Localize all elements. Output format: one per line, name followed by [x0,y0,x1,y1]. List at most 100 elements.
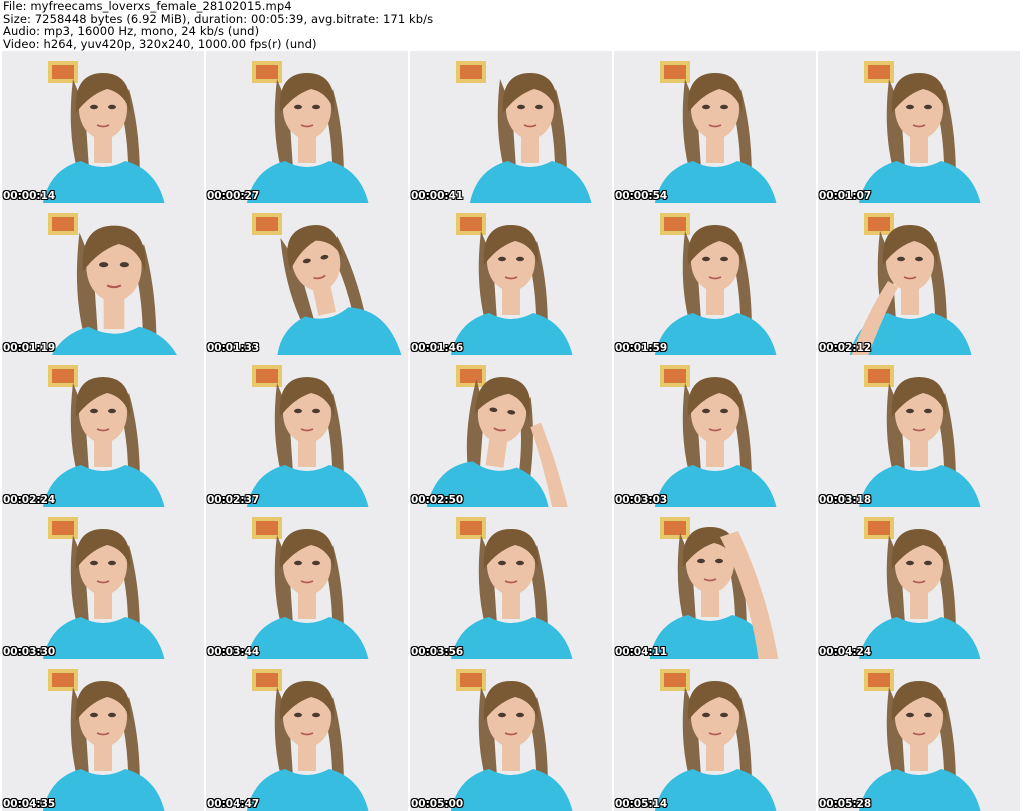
video-thumbnail: 00:00:54 [614,51,816,203]
wall-picture [48,517,78,539]
video-thumbnail: 00:03:44 [206,507,408,659]
thumbnail-frame-image [818,507,1020,659]
thumbnail-frame-image [2,355,204,507]
thumbnail-timestamp: 00:01:07 [819,190,872,202]
wall-picture [456,517,486,539]
thumbnail-frame-image [206,355,408,507]
wall-picture [456,213,486,235]
video-thumbnail: 00:00:41 [410,51,612,203]
thumbnail-timestamp: 00:00:54 [615,190,668,202]
thumbnail-frame-image [206,203,408,355]
thumbnail-frame-image [410,203,612,355]
thumbnail-frame-image [206,507,408,659]
wall-picture [252,669,282,691]
thumbnail-timestamp: 00:04:24 [819,646,872,658]
video-thumbnail: 00:01:46 [410,203,612,355]
video-thumbnail: 00:02:50 [410,355,612,507]
video-thumbnail: 00:02:12 [818,203,1020,355]
wall-picture [864,61,894,83]
thumbnail-timestamp: 00:02:37 [207,494,260,506]
video-thumbnail: 00:02:24 [2,355,204,507]
thumbnail-timestamp: 00:05:28 [819,798,872,810]
video-thumbnail: 00:03:03 [614,355,816,507]
wall-picture [660,669,690,691]
thumbnail-timestamp: 00:01:33 [207,342,260,354]
thumbnail-timestamp: 00:03:44 [207,646,260,658]
thumbnail-frame-image [410,355,612,507]
thumbnail-timestamp: 00:04:35 [3,798,56,810]
thumbnail-timestamp: 00:00:27 [207,190,260,202]
thumbnail-frame-image [206,659,408,811]
wall-picture [456,669,486,691]
video-thumbnail: 00:03:18 [818,355,1020,507]
thumbnail-timestamp: 00:03:56 [411,646,464,658]
thumbnail-timestamp: 00:04:11 [615,646,668,658]
thumbnail-frame-image [410,507,612,659]
thumbnail-timestamp: 00:05:14 [615,798,668,810]
video-info-line: Video: h264, yuv420p, 320x240, 1000.00 f… [3,36,317,51]
wall-picture [252,61,282,83]
wall-picture [660,517,690,539]
wall-picture [48,61,78,83]
thumbnail-timestamp: 00:01:19 [3,342,56,354]
video-thumbnail: 00:01:07 [818,51,1020,203]
thumbnail-timestamp: 00:02:50 [411,494,464,506]
wall-picture [252,517,282,539]
thumbnail-frame-image [410,659,612,811]
wall-picture [660,365,690,387]
video-thumbnail: 00:04:11 [614,507,816,659]
video-thumbnail: 00:01:59 [614,203,816,355]
video-thumbnail: 00:03:56 [410,507,612,659]
thumbnail-frame-image [206,51,408,203]
video-thumbnail: 00:04:47 [206,659,408,811]
wall-picture [252,213,282,235]
wall-picture [456,365,486,387]
video-thumbnail: 00:04:35 [2,659,204,811]
audio-info-line: Audio: mp3, 16000 Hz, mono, 24 kb/s (und… [3,24,260,38]
video-thumbnail: 00:00:14 [2,51,204,203]
video-thumbnail: 00:01:19 [2,203,204,355]
thumbnail-frame-image [2,51,204,203]
thumbnail-timestamp: 00:01:59 [615,342,668,354]
thumbnail-frame-image [818,659,1020,811]
wall-picture [660,61,690,83]
thumbnail-grid: 00:00:14 00:00:27 00:00:41 00:00:54 00:01:07… [2,51,1022,811]
thumbnail-frame-image [614,659,816,811]
video-thumbnail: 00:05:00 [410,659,612,811]
thumbnail-timestamp: 00:05:00 [411,798,464,810]
thumbnail-timestamp: 00:03:30 [3,646,56,658]
thumbnail-frame-image [818,203,1020,355]
video-thumbnail: 00:03:30 [2,507,204,659]
thumbnail-timestamp: 00:04:47 [207,798,260,810]
thumbnail-timestamp: 00:02:24 [3,494,56,506]
video-thumbnail: 00:02:37 [206,355,408,507]
wall-picture [864,669,894,691]
wall-picture [48,669,78,691]
video-thumbnail: 00:00:27 [206,51,408,203]
thumbnail-timestamp: 00:03:03 [615,494,668,506]
wall-picture [456,61,486,83]
wall-picture [48,213,78,235]
wall-picture [864,517,894,539]
thumbnail-timestamp: 00:01:46 [411,342,464,354]
thumbnail-frame-image [614,51,816,203]
thumbnail-frame-image [818,51,1020,203]
video-thumbnail: 00:01:33 [206,203,408,355]
file-name-line: File: myfreecams_loverxs_female_28102015… [3,0,292,13]
wall-picture [48,365,78,387]
thumbnail-frame-image [410,51,612,203]
file-info-header: File: myfreecams_loverxs_female_28102015… [3,0,1021,50]
thumbnail-frame-image [818,355,1020,507]
thumbnail-frame-image [2,659,204,811]
thumbnail-frame-image [2,507,204,659]
wall-picture [864,365,894,387]
thumbnail-timestamp: 00:03:18 [819,494,872,506]
wall-picture [864,213,894,235]
video-thumbnail: 00:05:14 [614,659,816,811]
wall-picture [252,365,282,387]
thumbnail-frame-image [614,507,816,659]
thumbnail-frame-image [614,355,816,507]
wall-picture [660,213,690,235]
thumbnail-frame-image [614,203,816,355]
thumbnail-timestamp: 00:00:14 [3,190,56,202]
